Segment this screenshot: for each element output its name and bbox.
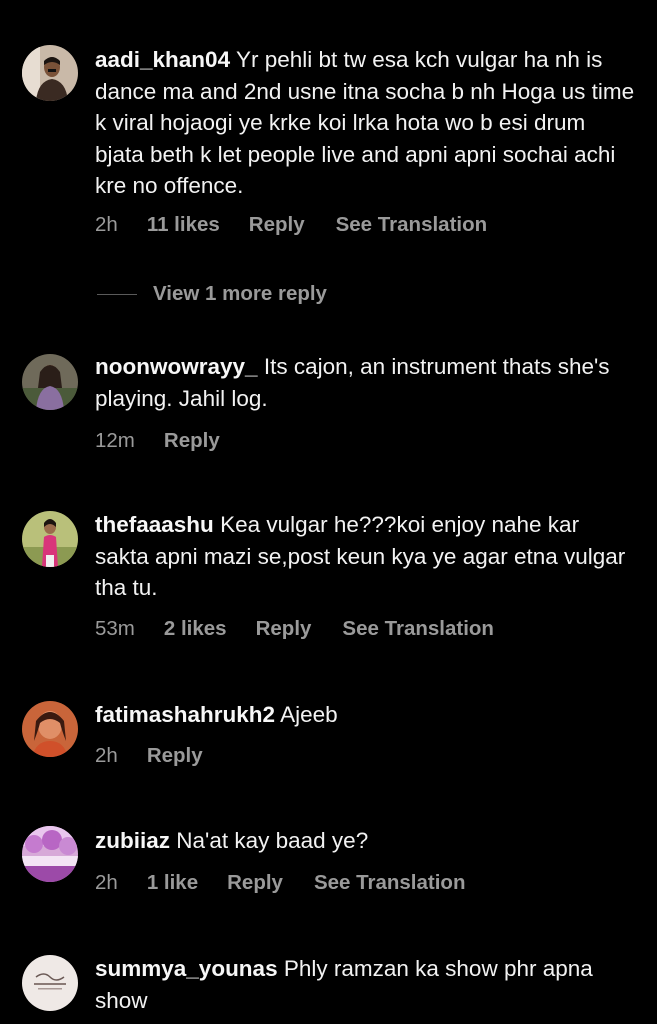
comment-text: thefaaashu Kea vulgar he???koi enjoy nah… — [95, 509, 635, 604]
comment-username[interactable]: summya_younas — [95, 956, 278, 981]
comment-username[interactable]: fatimashahrukh2 — [95, 702, 275, 727]
comment-time: 53m — [95, 617, 135, 640]
comment-time: 12m — [95, 429, 135, 452]
see-translation-button[interactable]: See Translation — [314, 871, 466, 895]
comment-username[interactable]: zubiiaz — [95, 828, 170, 853]
reply-button[interactable]: Reply — [256, 617, 312, 641]
comment-username[interactable]: thefaaashu — [95, 512, 214, 537]
comment-meta: 2h 1 like Reply See Translation — [95, 871, 465, 895]
reply-button[interactable]: Reply — [227, 871, 283, 895]
reply-button[interactable]: Reply — [147, 744, 203, 768]
see-translation-button[interactable]: See Translation — [336, 213, 488, 237]
view-more-replies-label: View 1 more reply — [153, 282, 327, 305]
comment-time: 2h — [95, 744, 118, 767]
comment-likes[interactable]: 1 like — [147, 871, 198, 895]
comment-likes[interactable]: 11 likes — [147, 213, 220, 237]
comment-text: aadi_khan04 Yr pehli bt tw esa kch vulga… — [95, 44, 635, 202]
comment-text: noonwowrayy_ Its cajon, an instrument th… — [95, 351, 635, 414]
comment-meta: 2h Reply — [95, 744, 234, 768]
comment-text: fatimashahrukh2 Ajeeb — [95, 699, 635, 731]
comment-body: Na'at kay baad ye? — [176, 828, 369, 853]
comment-likes[interactable]: 2 likes — [164, 617, 227, 641]
comment-meta: 12m Reply — [95, 429, 251, 453]
comment-time: 2h — [95, 213, 118, 236]
reply-button[interactable]: Reply — [164, 429, 220, 453]
comment-username[interactable]: noonwowrayy_ — [95, 354, 258, 379]
comment-meta: 53m 2 likes Reply See Translation — [95, 617, 494, 641]
divider-line — [97, 293, 137, 295]
avatar[interactable] — [22, 354, 78, 410]
avatar[interactable] — [22, 955, 78, 1011]
avatar[interactable] — [22, 45, 78, 101]
comment-text: zubiiaz Na'at kay baad ye? — [95, 825, 635, 857]
view-more-replies-button[interactable]: View 1 more reply — [97, 282, 327, 306]
avatar[interactable] — [22, 511, 78, 567]
comment-meta: 2h 11 likes Reply See Translation — [95, 213, 487, 237]
comment-text: summya_younas Phly ramzan ka show phr ap… — [95, 953, 635, 1016]
comment-username[interactable]: aadi_khan04 — [95, 47, 230, 72]
reply-button[interactable]: Reply — [249, 213, 305, 237]
avatar[interactable] — [22, 701, 78, 757]
comment-time: 2h — [95, 871, 118, 894]
comment-body: Ajeeb — [280, 702, 338, 727]
see-translation-button[interactable]: See Translation — [342, 617, 494, 641]
avatar[interactable] — [22, 826, 78, 882]
